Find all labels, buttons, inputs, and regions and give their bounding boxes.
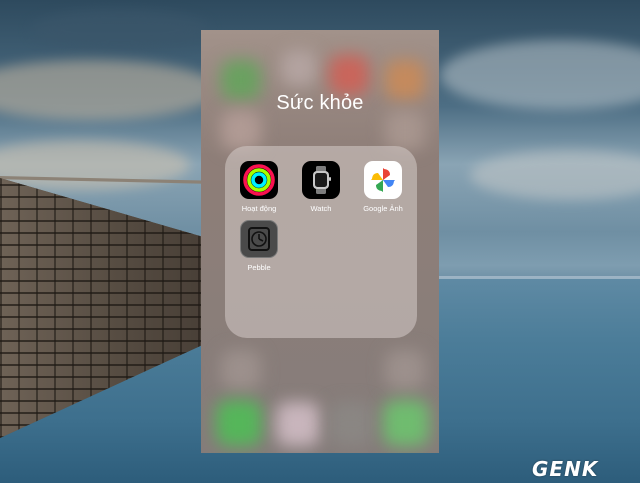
blurred-app-icon: [281, 50, 317, 86]
blurred-app-icon: [385, 350, 425, 390]
blurred-dock-icon: [276, 402, 320, 446]
app-folder: Hoạt động Watch Google Ảnh Pebble: [225, 146, 417, 338]
blurred-dock-icon: [329, 402, 373, 446]
wallpaper: Sức khỏe Hoạt động Watch Google Ảnh Pebb…: [0, 0, 640, 483]
app-pebble[interactable]: Pebble: [229, 220, 289, 272]
app-google-photos[interactable]: Google Ảnh: [353, 161, 413, 213]
blurred-app-icon: [329, 55, 369, 95]
blurred-app-icon: [385, 110, 425, 150]
blurred-dock-icon: [383, 400, 429, 446]
activity-rings-icon: [240, 161, 278, 199]
apple-watch-icon: [302, 161, 340, 199]
blurred-app-icon: [221, 110, 261, 150]
genk-watermark-logo: GENK: [532, 457, 599, 481]
app-label: Pebble: [247, 263, 271, 272]
app-label: Watch: [310, 204, 332, 213]
app-watch[interactable]: Watch: [291, 161, 351, 213]
cloud: [30, 10, 210, 50]
blurred-app-icon: [221, 350, 261, 390]
app-label: Hoạt động: [241, 204, 277, 213]
phone-home-screen: Sức khỏe Hoạt động Watch Google Ảnh Pebb…: [201, 30, 439, 453]
folder-title[interactable]: Sức khỏe: [201, 92, 439, 115]
cloud: [0, 60, 220, 120]
pebble-watch-icon: [240, 220, 278, 258]
app-activity[interactable]: Hoạt động: [229, 161, 289, 213]
app-label: Google Ảnh: [363, 204, 403, 213]
google-photos-pinwheel-icon: [364, 161, 402, 199]
cloud: [440, 40, 640, 110]
blurred-dock-icon: [216, 400, 262, 446]
cloud: [470, 150, 640, 200]
